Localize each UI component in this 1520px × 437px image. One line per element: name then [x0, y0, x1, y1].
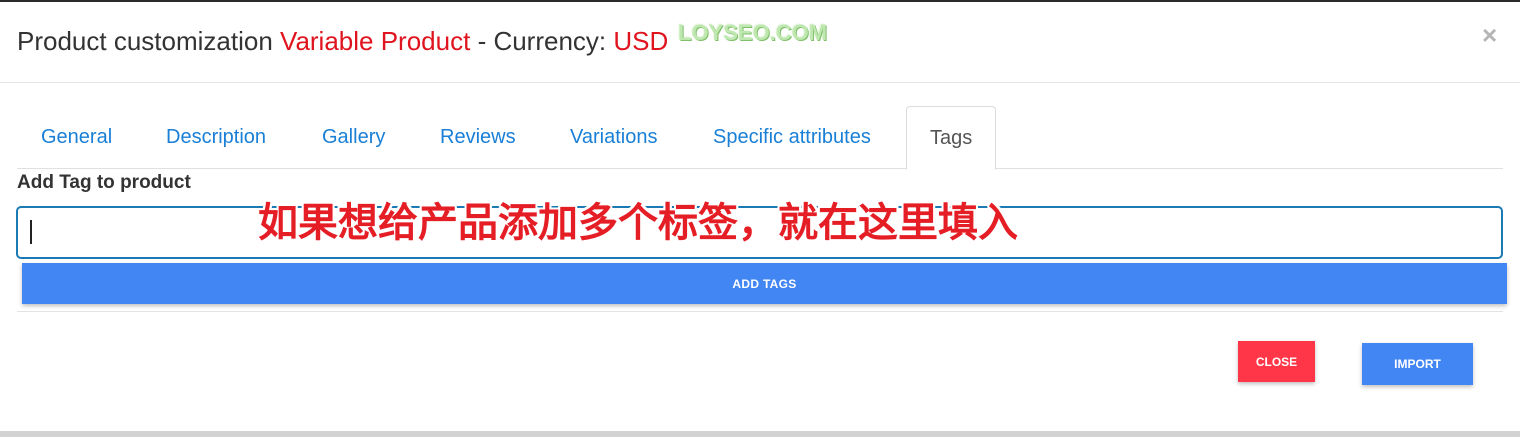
product-type: Variable Product: [280, 26, 471, 56]
text-caret: [30, 220, 32, 244]
tab-bar: General Description Gallery Reviews Vari…: [17, 106, 1503, 170]
modal-title: Product customization Variable Product -…: [17, 26, 668, 56]
tab-tags[interactable]: Tags: [906, 106, 997, 170]
close-icon[interactable]: ×: [1482, 22, 1497, 48]
title-prefix: Product customization: [17, 26, 273, 56]
import-button[interactable]: IMPORT: [1362, 343, 1473, 385]
section-divider: [17, 311, 1503, 312]
currency-code: USD: [613, 26, 669, 56]
tab-variations[interactable]: Variations: [570, 106, 657, 169]
tab-general[interactable]: General: [41, 106, 112, 169]
tab-description[interactable]: Description: [166, 106, 266, 169]
modal-header: Product customization Variable Product -…: [0, 2, 1520, 83]
watermark: LOYSEO.COM: [678, 20, 828, 45]
tag-input[interactable]: [16, 206, 1503, 259]
close-button[interactable]: CLOSE: [1238, 341, 1315, 382]
tab-gallery[interactable]: Gallery: [322, 106, 385, 169]
tab-specific-attributes[interactable]: Specific attributes: [713, 106, 871, 169]
tab-reviews[interactable]: Reviews: [440, 106, 516, 169]
window-bottom-border: [0, 431, 1520, 437]
title-separator: - Currency:: [477, 26, 607, 56]
add-tag-label: Add Tag to product: [17, 172, 191, 193]
add-tags-button[interactable]: ADD TAGS: [22, 263, 1507, 304]
